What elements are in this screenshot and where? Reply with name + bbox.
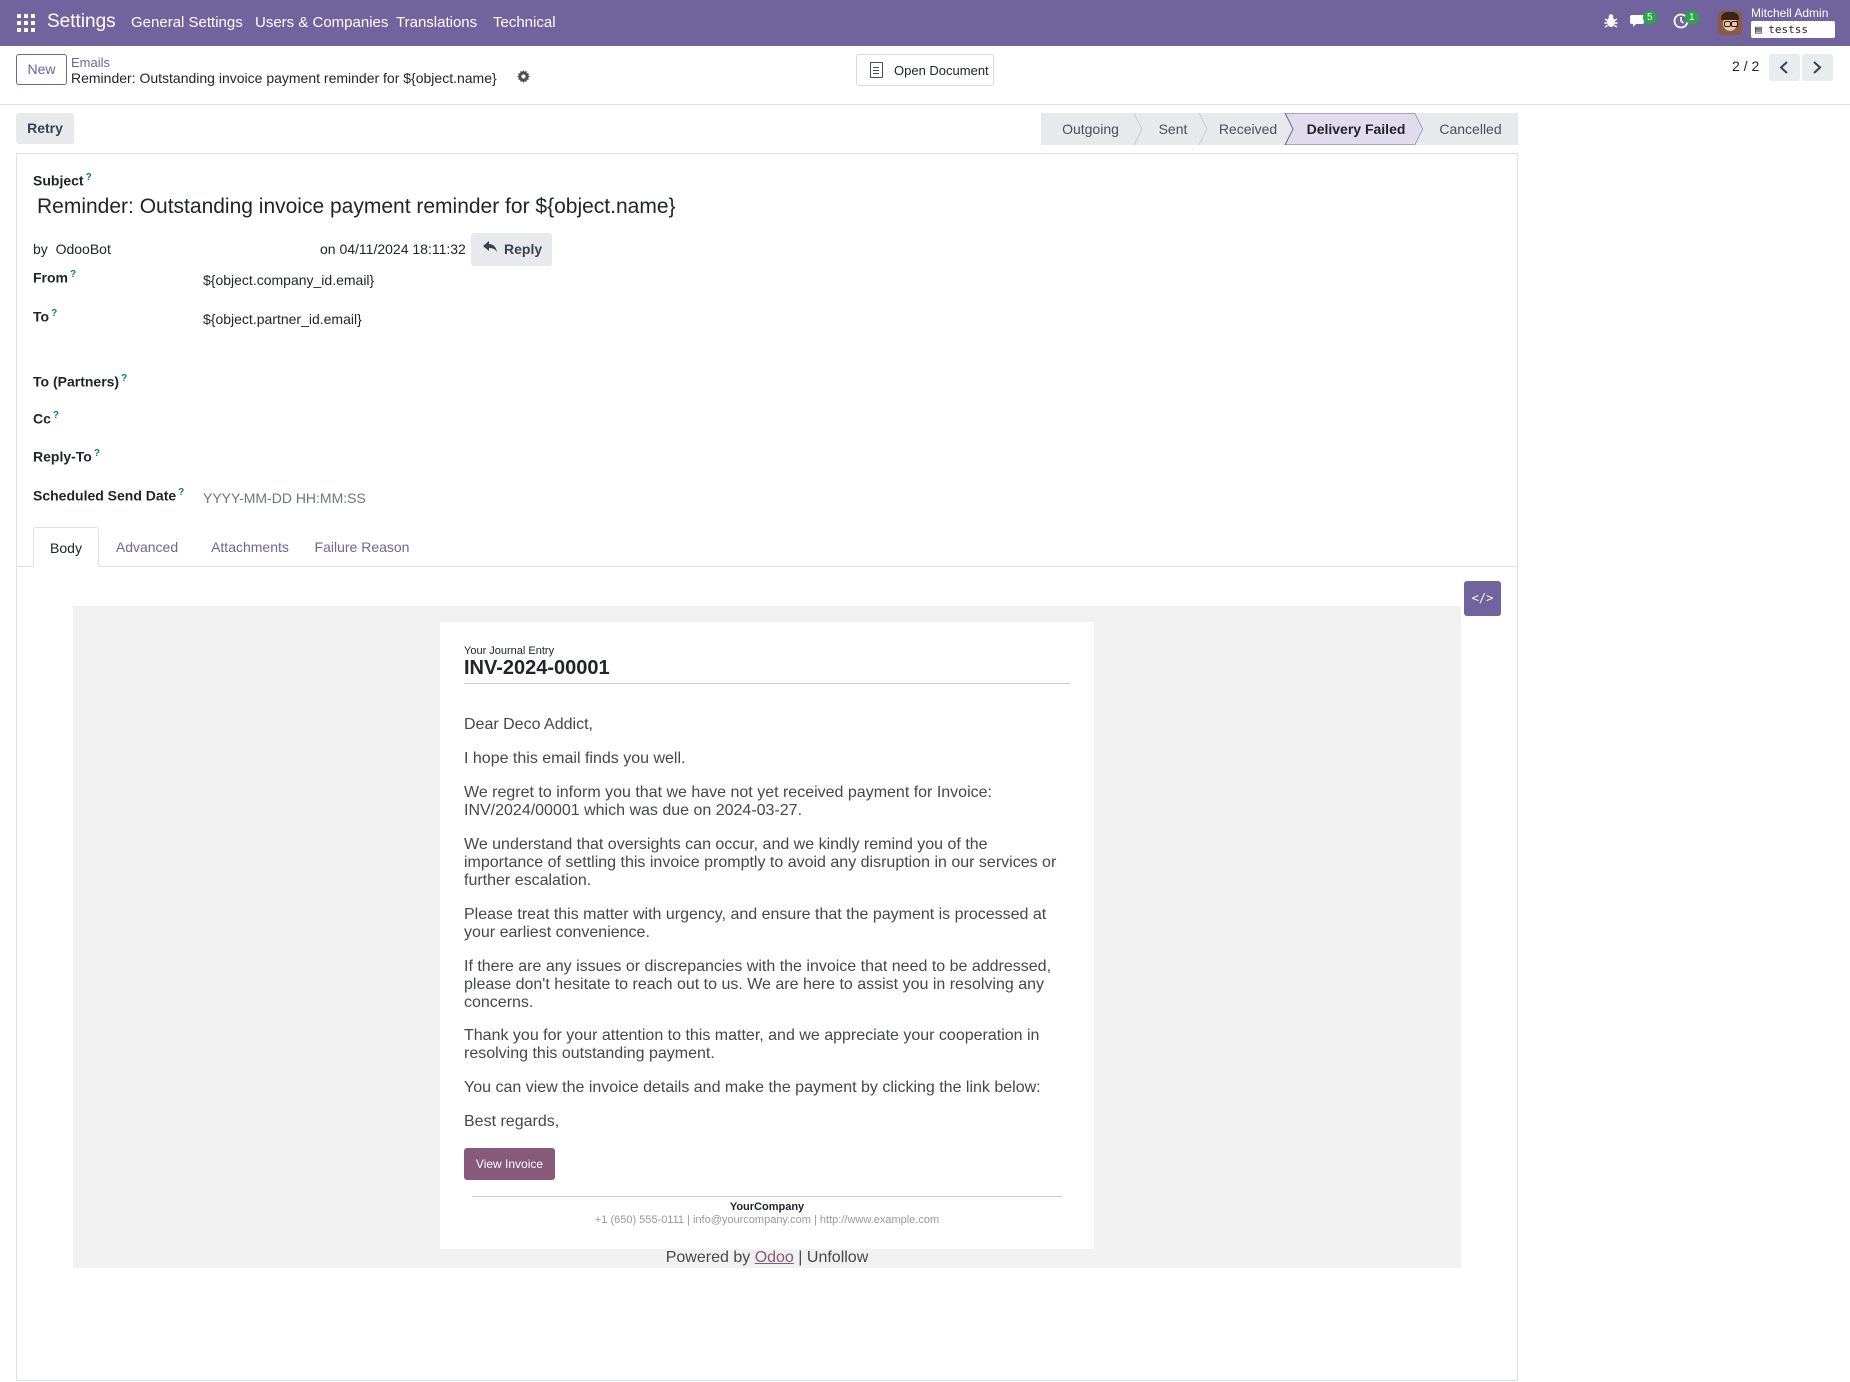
sent-date: on 04/11/2024 18:11:32: [320, 241, 466, 257]
from-value[interactable]: ${object.company_id.email}: [203, 272, 374, 288]
email-paragraph: Please treat this matter with urgency, a…: [464, 906, 1047, 941]
help-icon[interactable]: ?: [51, 308, 57, 319]
notebook-tabs: Body Advanced Attachments Failure Reason: [16, 527, 1518, 567]
email-paragraph: Dear Deco Addict,: [464, 716, 593, 733]
chevron-right-icon: [1813, 61, 1822, 74]
document-icon: [870, 62, 883, 78]
to-partners-label: To (Partners)?: [33, 373, 128, 390]
email-paragraph: I hope this email finds you well.: [464, 750, 686, 767]
stage-received[interactable]: Received: [1207, 113, 1289, 145]
status-bar: Outgoing Sent Received Delivery Failed C…: [1041, 113, 1518, 145]
reply-label: Reply: [504, 241, 543, 257]
bug-icon[interactable]: [1604, 13, 1618, 34]
by-prefix: by: [33, 241, 48, 257]
powered-separator: |: [798, 1249, 803, 1266]
tab-attachments[interactable]: Attachments: [199, 527, 301, 566]
email-paragraph: Thank you for your attention to this mat…: [464, 1027, 1040, 1062]
email-paragraph: Best regards,: [464, 1113, 560, 1130]
gear-icon[interactable]: [517, 70, 530, 86]
divider: [464, 683, 1070, 684]
divider: [472, 1196, 1062, 1197]
database-icon: ▤: [1755, 23, 1762, 36]
code-icon: </>: [1471, 591, 1494, 605]
help-icon[interactable]: ?: [53, 410, 59, 421]
activities-badge: 1: [1685, 11, 1699, 24]
help-icon[interactable]: ?: [178, 487, 184, 498]
view-invoice-button[interactable]: View Invoice: [464, 1148, 555, 1180]
odoo-link[interactable]: Odoo: [755, 1249, 794, 1266]
help-icon[interactable]: ?: [86, 172, 92, 183]
email-paragraph: We understand that oversights can occur,…: [464, 836, 1057, 889]
author-line: by OdooBot: [33, 241, 111, 257]
scheduled-date-label: Scheduled Send Date?: [33, 487, 185, 504]
pager-previous-button[interactable]: [1769, 54, 1800, 81]
from-label: From?: [33, 269, 77, 286]
pager-next-button[interactable]: [1802, 54, 1833, 81]
app-brand[interactable]: Settings: [47, 11, 116, 33]
user-name[interactable]: Mitchell Admin: [1751, 6, 1828, 20]
unfollow-link[interactable]: Unfollow: [807, 1249, 868, 1266]
code-view-button[interactable]: </>: [1464, 581, 1501, 616]
help-icon[interactable]: ?: [70, 269, 76, 280]
invoice-reference: INV-2024-00001: [464, 657, 610, 679]
menu-translations[interactable]: Translations: [396, 14, 477, 31]
powered-by-footer: Powered by Odoo | Unfollow: [73, 1249, 1461, 1267]
company-name: YourCompany: [729, 1201, 805, 1213]
tab-body[interactable]: Body: [33, 527, 99, 567]
author-name[interactable]: OdooBot: [56, 241, 111, 257]
open-document-label: Open Document: [894, 63, 989, 78]
email-header-label: Your Journal Entry: [464, 645, 555, 657]
stage-outgoing[interactable]: Outgoing: [1041, 113, 1140, 145]
company-contact: +1 (650) 555-0111 | info@yourcompany.com…: [594, 1214, 940, 1226]
database-name: ▤ testss: [1751, 21, 1835, 38]
subject-label: Subject?: [33, 172, 92, 189]
email-paragraph: You can view the invoice details and mak…: [464, 1079, 1041, 1096]
breadcrumb-emails[interactable]: Emails: [71, 55, 110, 70]
tab-advanced[interactable]: Advanced: [99, 527, 195, 566]
to-label: To?: [33, 308, 58, 325]
top-navbar: Settings General Settings Users & Compan…: [0, 0, 1850, 46]
menu-technical[interactable]: Technical: [493, 14, 556, 31]
open-document-button[interactable]: Open Document: [856, 54, 994, 86]
reply-button[interactable]: Reply: [471, 233, 552, 266]
apps-grid-icon[interactable]: [17, 14, 35, 32]
reply-to-label: Reply-To?: [33, 448, 100, 465]
powered-prefix: Powered by: [665, 1249, 751, 1266]
help-icon[interactable]: ?: [94, 448, 100, 459]
tab-failure-reason[interactable]: Failure Reason: [307, 527, 417, 566]
subject-value: Reminder: Outstanding invoice payment re…: [37, 195, 676, 218]
stage-sent[interactable]: Sent: [1142, 113, 1204, 145]
cc-label: Cc?: [33, 410, 60, 427]
scheduled-date-input[interactable]: YYYY-MM-DD HH:MM:SS: [203, 490, 366, 506]
to-value[interactable]: ${object.partner_id.email}: [203, 311, 362, 327]
reply-icon: [483, 240, 498, 257]
database-label: testss: [1768, 23, 1808, 36]
pager-value[interactable]: 2 / 2: [1732, 58, 1759, 74]
stage-cancelled[interactable]: Cancelled: [1423, 113, 1518, 145]
avatar[interactable]: [1718, 11, 1742, 35]
breadcrumb-current: Reminder: Outstanding invoice payment re…: [71, 70, 497, 86]
messages-badge: 5: [1643, 11, 1657, 24]
menu-users-companies[interactable]: Users & Companies: [255, 14, 388, 31]
stage-delivery-failed[interactable]: Delivery Failed: [1293, 113, 1419, 145]
chevron-left-icon: [1779, 61, 1788, 74]
email-paragraph: If there are any issues or discrepancies…: [464, 958, 1052, 1011]
menu-general-settings[interactable]: General Settings: [131, 14, 243, 31]
email-card: Your Journal Entry INV-2024-00001 Dear D…: [440, 622, 1094, 1249]
control-panel: New Emails Reminder: Outstanding invoice…: [0, 46, 1850, 105]
help-icon[interactable]: ?: [121, 373, 127, 384]
new-button[interactable]: New: [16, 54, 67, 85]
retry-button[interactable]: Retry: [16, 113, 74, 144]
email-paragraph: We regret to inform you that we have not…: [464, 784, 992, 819]
